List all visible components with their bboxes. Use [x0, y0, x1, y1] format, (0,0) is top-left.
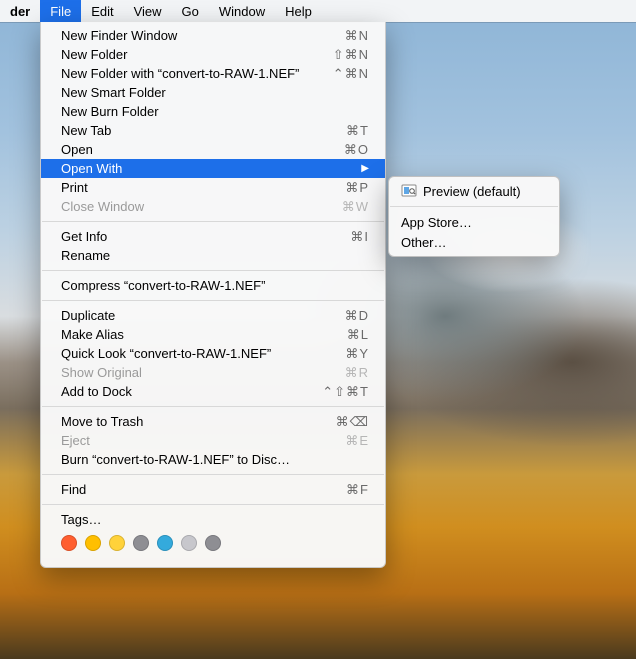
menu-item-new-burn-folder[interactable]: New Burn Folder [41, 102, 385, 121]
submenu-arrow-icon: ▶ [361, 163, 369, 174]
menu-item-label: Quick Look “convert-to-RAW-1.NEF” [61, 346, 345, 361]
submenu-item-label: Preview (default) [423, 184, 545, 199]
menu-item-label: Add to Dock [61, 384, 322, 399]
menu-item-new-folder-with-selection[interactable]: New Folder with “convert-to-RAW-1.NEF” ⌃… [41, 64, 385, 83]
submenu-item-other[interactable]: Other… [389, 232, 559, 252]
menubar: der File Edit View Go Window Help [0, 0, 636, 22]
menu-item-eject: Eject ⌘E [41, 431, 385, 450]
tag-dot[interactable] [133, 535, 149, 551]
menu-item-shortcut: ⌘E [345, 433, 369, 449]
submenu-item-label: Other… [401, 235, 545, 250]
menubar-item-window[interactable]: Window [209, 0, 275, 22]
tag-dot[interactable] [181, 535, 197, 551]
menu-item-shortcut: ⌘I [350, 229, 369, 245]
menu-item-label: Get Info [61, 229, 350, 244]
menu-item-label: Close Window [61, 199, 342, 214]
tag-color-row [41, 529, 385, 557]
menu-item-label: New Smart Folder [61, 85, 369, 100]
menu-separator [390, 206, 558, 207]
menu-item-label: Move to Trash [61, 414, 336, 429]
menu-item-show-original: Show Original ⌘R [41, 363, 385, 382]
menu-item-shortcut: ⌘R [345, 365, 369, 381]
menubar-item-view[interactable]: View [124, 0, 172, 22]
menu-item-add-to-dock[interactable]: Add to Dock ⌃⇧⌘T [41, 382, 385, 401]
menubar-item-go[interactable]: Go [172, 0, 209, 22]
menu-item-new-folder[interactable]: New Folder ⇧⌘N [41, 45, 385, 64]
menu-item-shortcut: ⇧⌘N [333, 47, 369, 63]
menu-separator [42, 474, 384, 475]
menu-item-open-with[interactable]: Open With ▶ [41, 159, 385, 178]
menu-item-shortcut: ⌘P [345, 180, 369, 196]
menu-item-shortcut: ⌘O [344, 142, 369, 158]
menu-item-label: New Folder [61, 47, 333, 62]
menu-item-shortcut: ⌘⌫ [336, 414, 369, 430]
tag-dot[interactable] [61, 535, 77, 551]
menu-item-label: Eject [61, 433, 345, 448]
menu-item-label: Duplicate [61, 308, 345, 323]
menu-item-label: Find [61, 482, 346, 497]
menu-item-make-alias[interactable]: Make Alias ⌘L [41, 325, 385, 344]
tag-dot[interactable] [157, 535, 173, 551]
menu-item-label: New Burn Folder [61, 104, 369, 119]
menu-item-label: Burn “convert-to-RAW-1.NEF” to Disc… [61, 452, 369, 467]
menu-item-quick-look[interactable]: Quick Look “convert-to-RAW-1.NEF” ⌘Y [41, 344, 385, 363]
menu-item-rename[interactable]: Rename [41, 246, 385, 265]
menu-item-label: Open [61, 142, 344, 157]
menu-item-label: New Tab [61, 123, 346, 138]
tag-dot[interactable] [109, 535, 125, 551]
submenu-item-label: App Store… [401, 215, 545, 230]
menu-item-shortcut: ⌘F [346, 482, 369, 498]
menu-item-shortcut: ⌘Y [345, 346, 369, 362]
tag-dot[interactable] [85, 535, 101, 551]
menu-item-label: Show Original [61, 365, 345, 380]
menu-separator [42, 221, 384, 222]
menu-item-tags[interactable]: Tags… [41, 510, 385, 529]
menu-item-get-info[interactable]: Get Info ⌘I [41, 227, 385, 246]
menubar-item-help[interactable]: Help [275, 0, 322, 22]
menubar-item-file[interactable]: File [40, 0, 81, 22]
menu-item-compress[interactable]: Compress “convert-to-RAW-1.NEF” [41, 276, 385, 295]
menu-item-label: New Folder with “convert-to-RAW-1.NEF” [61, 66, 333, 81]
file-menu-dropdown: New Finder Window ⌘N New Folder ⇧⌘N New … [40, 22, 386, 568]
menu-item-label: Rename [61, 248, 369, 263]
app-name-truncated[interactable]: der [0, 0, 40, 22]
menu-separator [42, 406, 384, 407]
menu-item-burn-to-disc[interactable]: Burn “convert-to-RAW-1.NEF” to Disc… [41, 450, 385, 469]
menu-item-find[interactable]: Find ⌘F [41, 480, 385, 499]
menu-separator [42, 300, 384, 301]
submenu-item-app-store[interactable]: App Store… [389, 212, 559, 232]
menu-item-close-window: Close Window ⌘W [41, 197, 385, 216]
menu-item-move-to-trash[interactable]: Move to Trash ⌘⌫ [41, 412, 385, 431]
menu-separator [42, 504, 384, 505]
menu-item-label: Print [61, 180, 345, 195]
menu-item-label: New Finder Window [61, 28, 345, 43]
menu-item-open[interactable]: Open ⌘O [41, 140, 385, 159]
menu-item-label: Tags… [61, 512, 369, 527]
menu-separator [42, 270, 384, 271]
menu-item-new-finder-window[interactable]: New Finder Window ⌘N [41, 26, 385, 45]
preview-app-icon [401, 183, 417, 199]
menu-item-shortcut: ⌘N [345, 28, 369, 44]
menu-item-print[interactable]: Print ⌘P [41, 178, 385, 197]
menu-item-shortcut: ⌃⌘N [333, 66, 369, 82]
menubar-item-edit[interactable]: Edit [81, 0, 123, 22]
menu-item-new-smart-folder[interactable]: New Smart Folder [41, 83, 385, 102]
open-with-submenu: Preview (default) App Store… Other… [388, 176, 560, 257]
menu-item-new-tab[interactable]: New Tab ⌘T [41, 121, 385, 140]
tag-dot[interactable] [205, 535, 221, 551]
menu-item-shortcut: ⌘W [342, 199, 369, 215]
menu-item-shortcut: ⌘T [346, 123, 369, 139]
menu-item-duplicate[interactable]: Duplicate ⌘D [41, 306, 385, 325]
menu-item-shortcut: ⌘D [345, 308, 369, 324]
menu-item-shortcut: ⌃⇧⌘T [322, 384, 369, 400]
menu-item-label: Open With [61, 161, 353, 176]
submenu-item-preview-default[interactable]: Preview (default) [389, 181, 559, 201]
menu-item-label: Make Alias [61, 327, 347, 342]
menu-item-label: Compress “convert-to-RAW-1.NEF” [61, 278, 369, 293]
menu-item-shortcut: ⌘L [347, 327, 369, 343]
